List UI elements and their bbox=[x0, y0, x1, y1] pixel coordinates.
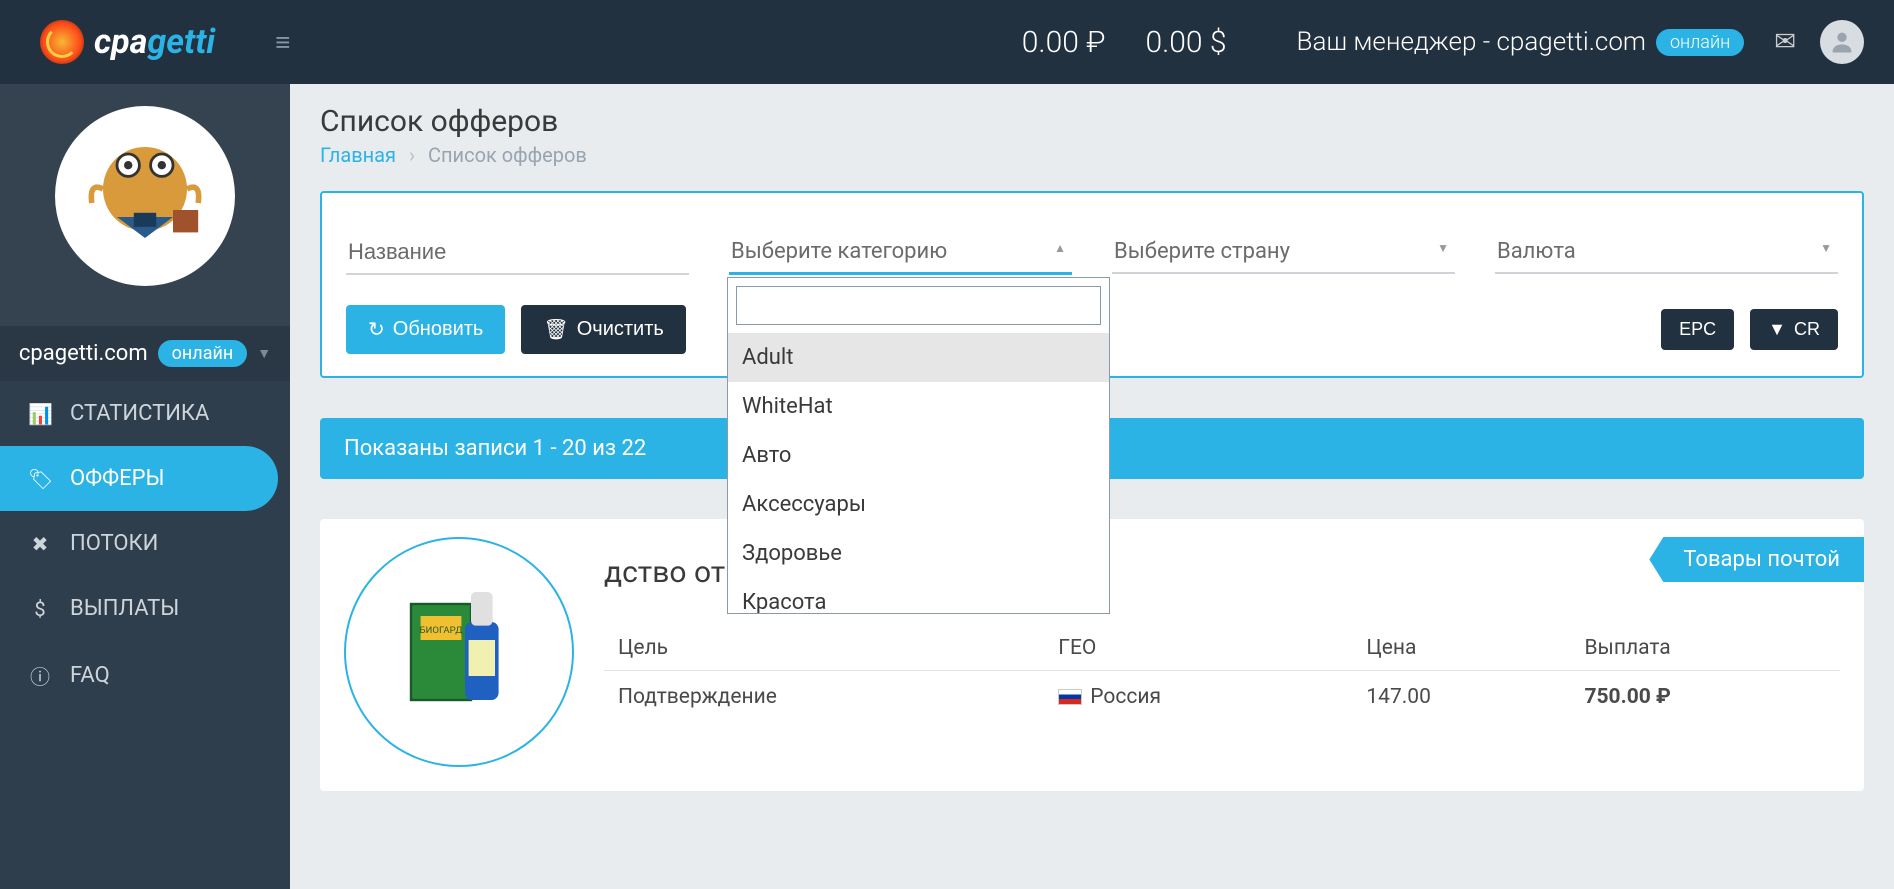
logo[interactable]: cpagetti bbox=[40, 20, 215, 64]
header: cpagetti ≡ 0.00 ₽ 0.00 $ Ваш менеджер - … bbox=[0, 0, 1894, 84]
filter-country: Выберите страну ▼ bbox=[1112, 231, 1455, 275]
offer-image[interactable]: БИОГАРД bbox=[344, 537, 574, 767]
filter-category: Выберите категорию ▲ Adult WhiteHat Авто… bbox=[729, 231, 1072, 275]
dropdown-list[interactable]: Adult WhiteHat Авто Аксессуары Здоровье … bbox=[728, 333, 1109, 613]
chart-icon: 📊 bbox=[28, 402, 52, 426]
col-geo: ГЕО bbox=[1044, 626, 1352, 671]
caret-down-icon: ▼ bbox=[1437, 241, 1449, 255]
mail-icon[interactable]: ✉ bbox=[1774, 27, 1796, 57]
name-input[interactable] bbox=[346, 231, 689, 275]
dropdown-item[interactable]: WhiteHat bbox=[728, 382, 1109, 431]
caret-up-icon: ▲ bbox=[1054, 241, 1066, 255]
spaghetti-monster-icon bbox=[75, 126, 215, 266]
tag-icon: 🏷 bbox=[28, 467, 52, 491]
balance-usd: 0.00 $ bbox=[1145, 25, 1226, 60]
category-dropdown: Adult WhiteHat Авто Аксессуары Здоровье … bbox=[727, 277, 1110, 614]
user-icon bbox=[1828, 28, 1856, 56]
offer-table: Цель ГЕО Цена Выплата Подтверждение Росс… bbox=[604, 626, 1840, 723]
profile-avatar[interactable] bbox=[55, 106, 235, 286]
breadcrumb-home[interactable]: Главная bbox=[320, 143, 396, 167]
sidebar: cpagetti.com онлайн ▼ 📊 СТАТИСТИКА 🏷 ОФФ… bbox=[0, 84, 290, 889]
caret-down-icon: ▼ bbox=[1768, 319, 1786, 340]
hamburger-icon[interactable]: ≡ bbox=[275, 27, 290, 58]
col-goal: Цель bbox=[604, 626, 1044, 671]
col-price: Цена bbox=[1352, 626, 1570, 671]
filter-currency: Валюта ▼ bbox=[1495, 231, 1838, 275]
cell-geo: Россия bbox=[1044, 671, 1352, 724]
cell-goal: Подтверждение bbox=[604, 671, 1044, 724]
sidebar-item-streams[interactable]: ✖ ПОТОКИ bbox=[0, 511, 290, 576]
country-select[interactable]: Выберите страну ▼ bbox=[1112, 231, 1455, 274]
sidebar-item-payouts[interactable]: $ ВЫПЛАТЫ bbox=[0, 576, 290, 641]
dropdown-item[interactable]: Аксессуары bbox=[728, 480, 1109, 529]
sidebar-item-faq[interactable]: ⓘ FAQ bbox=[0, 641, 290, 710]
filter-name bbox=[346, 231, 689, 275]
caret-down-icon: ▼ bbox=[1820, 241, 1832, 255]
profile-online-badge: онлайн bbox=[158, 340, 248, 367]
cell-price: 147.00 bbox=[1352, 671, 1570, 724]
avatar[interactable] bbox=[1820, 20, 1864, 64]
balance-rub: 0.00 ₽ bbox=[1022, 25, 1106, 60]
manager-info[interactable]: Ваш менеджер - cpagetti.com онлайн bbox=[1297, 27, 1745, 57]
profile-name-row[interactable]: cpagetti.com онлайн ▼ bbox=[0, 326, 290, 381]
trash-icon: 🗑 bbox=[543, 317, 568, 342]
category-select[interactable]: Выберите категорию ▲ bbox=[729, 231, 1072, 275]
online-badge: онлайн bbox=[1656, 29, 1744, 56]
breadcrumb-current: Список офферов bbox=[428, 143, 587, 167]
col-payout: Выплата bbox=[1570, 626, 1840, 671]
logo-text: cpagetti bbox=[94, 22, 215, 62]
shuffle-icon: ✖ bbox=[28, 532, 52, 556]
dropdown-item[interactable]: Авто bbox=[728, 431, 1109, 480]
sidebar-item-statistics[interactable]: 📊 СТАТИСТИКА bbox=[0, 381, 290, 446]
info-icon: ⓘ bbox=[28, 661, 52, 690]
offer-tag: Товары почтой bbox=[1649, 537, 1864, 582]
flag-russia-icon bbox=[1058, 689, 1082, 705]
dropdown-item[interactable]: Здоровье bbox=[728, 529, 1109, 578]
table-row: Подтверждение Россия 147.00 750.00 ₽ bbox=[604, 671, 1840, 724]
currency-select[interactable]: Валюта ▼ bbox=[1495, 231, 1838, 274]
dropdown-item[interactable]: Красота bbox=[728, 578, 1109, 613]
cell-payout: 750.00 ₽ bbox=[1570, 671, 1840, 724]
dropdown-search-input[interactable] bbox=[736, 286, 1101, 325]
chevron-right-icon: › bbox=[409, 143, 415, 167]
logo-icon bbox=[40, 20, 84, 64]
cr-button[interactable]: ▼ CR bbox=[1750, 309, 1838, 350]
clear-button[interactable]: 🗑 Очистить bbox=[521, 305, 685, 354]
dropdown-item[interactable]: Adult bbox=[728, 333, 1109, 382]
sidebar-item-offers[interactable]: 🏷 ОФФЕРЫ bbox=[0, 446, 278, 511]
main-content: Список офферов Главная › Список офферов … bbox=[290, 84, 1894, 889]
breadcrumb: Главная › Список офферов bbox=[320, 143, 1864, 167]
epc-button[interactable]: EPC bbox=[1661, 309, 1734, 350]
product-icon: БИОГАРД bbox=[399, 577, 519, 727]
refresh-button[interactable]: ↻ Обновить bbox=[346, 305, 505, 354]
svg-text:БИОГАРД: БИОГАРД bbox=[419, 625, 462, 636]
page-title: Список офферов bbox=[320, 104, 1864, 139]
balances: 0.00 ₽ 0.00 $ bbox=[1022, 25, 1227, 60]
filter-panel: Выберите категорию ▲ Adult WhiteHat Авто… bbox=[320, 191, 1864, 378]
profile-block bbox=[0, 84, 290, 326]
refresh-icon: ↻ bbox=[368, 317, 385, 342]
chevron-down-icon: ▼ bbox=[257, 345, 271, 362]
dollar-icon: $ bbox=[28, 597, 52, 621]
